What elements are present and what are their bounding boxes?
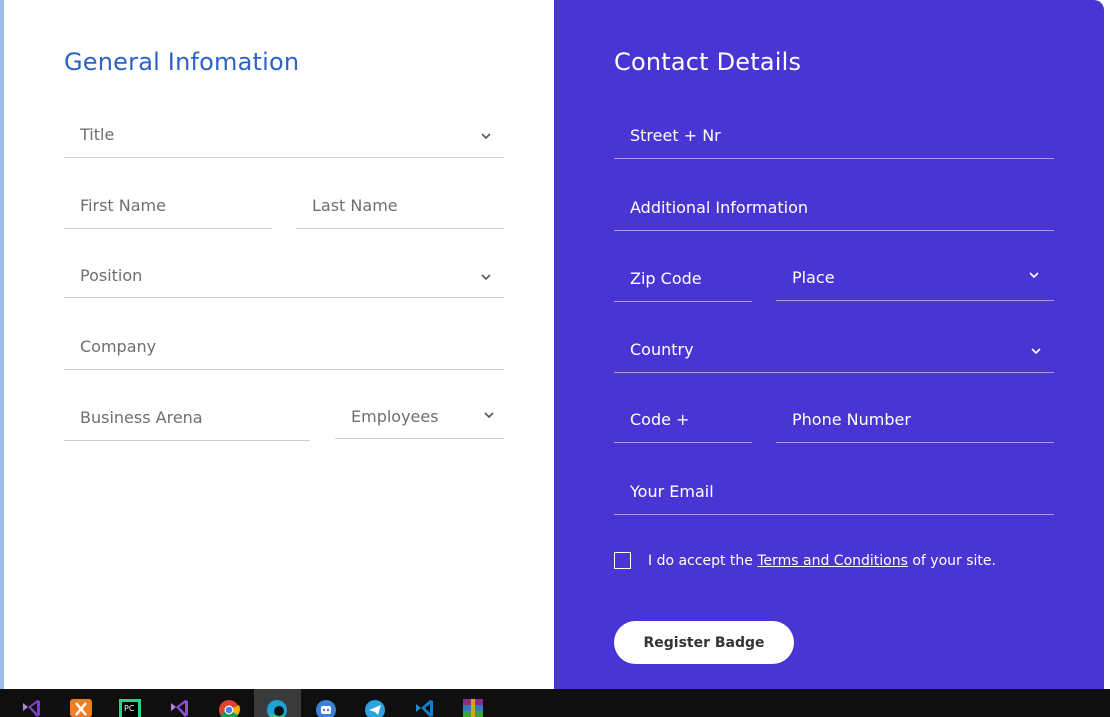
employees-select[interactable]: Employees xyxy=(335,367,504,439)
street-field[interactable]: Street + Nr xyxy=(614,87,1054,159)
general-information-panel: General Infomation Title First Name Last… xyxy=(4,0,554,689)
terms-row: I do accept the Terms and Conditions of … xyxy=(614,552,996,569)
taskbar: PC xyxy=(0,689,1110,717)
terms-text: I do accept the Terms and Conditions of … xyxy=(648,553,996,569)
register-badge-button[interactable]: Register Badge xyxy=(614,621,794,664)
position-label: Position xyxy=(80,266,143,285)
contact-details-panel: Contact Details Street + Nr Additional I… xyxy=(554,0,1104,689)
email-label: Your Email xyxy=(630,482,714,501)
terms-prefix: I do accept the xyxy=(648,552,753,569)
general-information-heading: General Infomation xyxy=(64,48,300,76)
last-name-field[interactable]: Last Name xyxy=(296,157,504,229)
contact-details-heading: Contact Details xyxy=(614,48,802,76)
chevron-down-icon xyxy=(480,130,492,142)
phone-number-field[interactable]: Phone Number xyxy=(776,371,1054,443)
additional-information-field[interactable]: Additional Information xyxy=(614,159,1054,231)
street-label: Street + Nr xyxy=(630,126,721,145)
employees-label: Employees xyxy=(351,407,439,426)
terms-suffix: of your site. xyxy=(912,552,996,569)
pycharm-icon[interactable]: PC xyxy=(119,697,141,717)
title-label: Title xyxy=(80,125,115,144)
zip-code-field[interactable]: Zip Code xyxy=(614,230,752,302)
terms-link[interactable]: Terms and Conditions xyxy=(757,553,908,569)
bot-app-icon[interactable] xyxy=(315,697,337,717)
terms-checkbox[interactable] xyxy=(614,552,631,569)
title-select[interactable]: Title xyxy=(64,86,504,158)
business-arena-field[interactable]: Business Arena xyxy=(64,369,310,441)
visual-studio-2-icon[interactable] xyxy=(168,697,190,717)
country-code-field[interactable]: Code + xyxy=(614,371,752,443)
svg-text:PC: PC xyxy=(124,704,135,713)
first-name-label: First Name xyxy=(80,196,166,215)
additional-information-label: Additional Information xyxy=(630,198,809,217)
email-field[interactable]: Your Email xyxy=(614,443,1054,515)
country-select[interactable]: Country xyxy=(614,301,1054,373)
place-select[interactable]: Place xyxy=(776,229,1054,301)
place-label: Place xyxy=(792,268,835,287)
telegram-icon[interactable] xyxy=(364,697,386,717)
first-name-field[interactable]: First Name xyxy=(64,157,272,229)
country-label: Country xyxy=(630,340,694,359)
company-field[interactable]: Company xyxy=(64,298,504,370)
xampp-icon[interactable] xyxy=(70,697,92,717)
business-arena-label: Business Arena xyxy=(80,408,203,427)
vscode-icon[interactable] xyxy=(413,697,435,717)
visual-studio-icon[interactable] xyxy=(20,697,42,717)
position-select[interactable]: Position xyxy=(64,226,504,298)
chevron-down-icon xyxy=(1030,345,1042,357)
zip-code-label: Zip Code xyxy=(630,269,702,288)
last-name-label: Last Name xyxy=(312,196,398,215)
country-code-label: Code + xyxy=(630,410,690,429)
winrar-icon[interactable] xyxy=(462,697,484,717)
edge-icon[interactable] xyxy=(266,697,288,717)
chevron-down-icon xyxy=(480,271,492,283)
chevron-down-icon xyxy=(1028,269,1040,281)
company-label: Company xyxy=(80,337,157,356)
page-right-edge xyxy=(1104,0,1110,689)
chevron-down-icon xyxy=(483,409,495,421)
chrome-icon[interactable] xyxy=(218,697,240,717)
phone-number-label: Phone Number xyxy=(792,410,911,429)
